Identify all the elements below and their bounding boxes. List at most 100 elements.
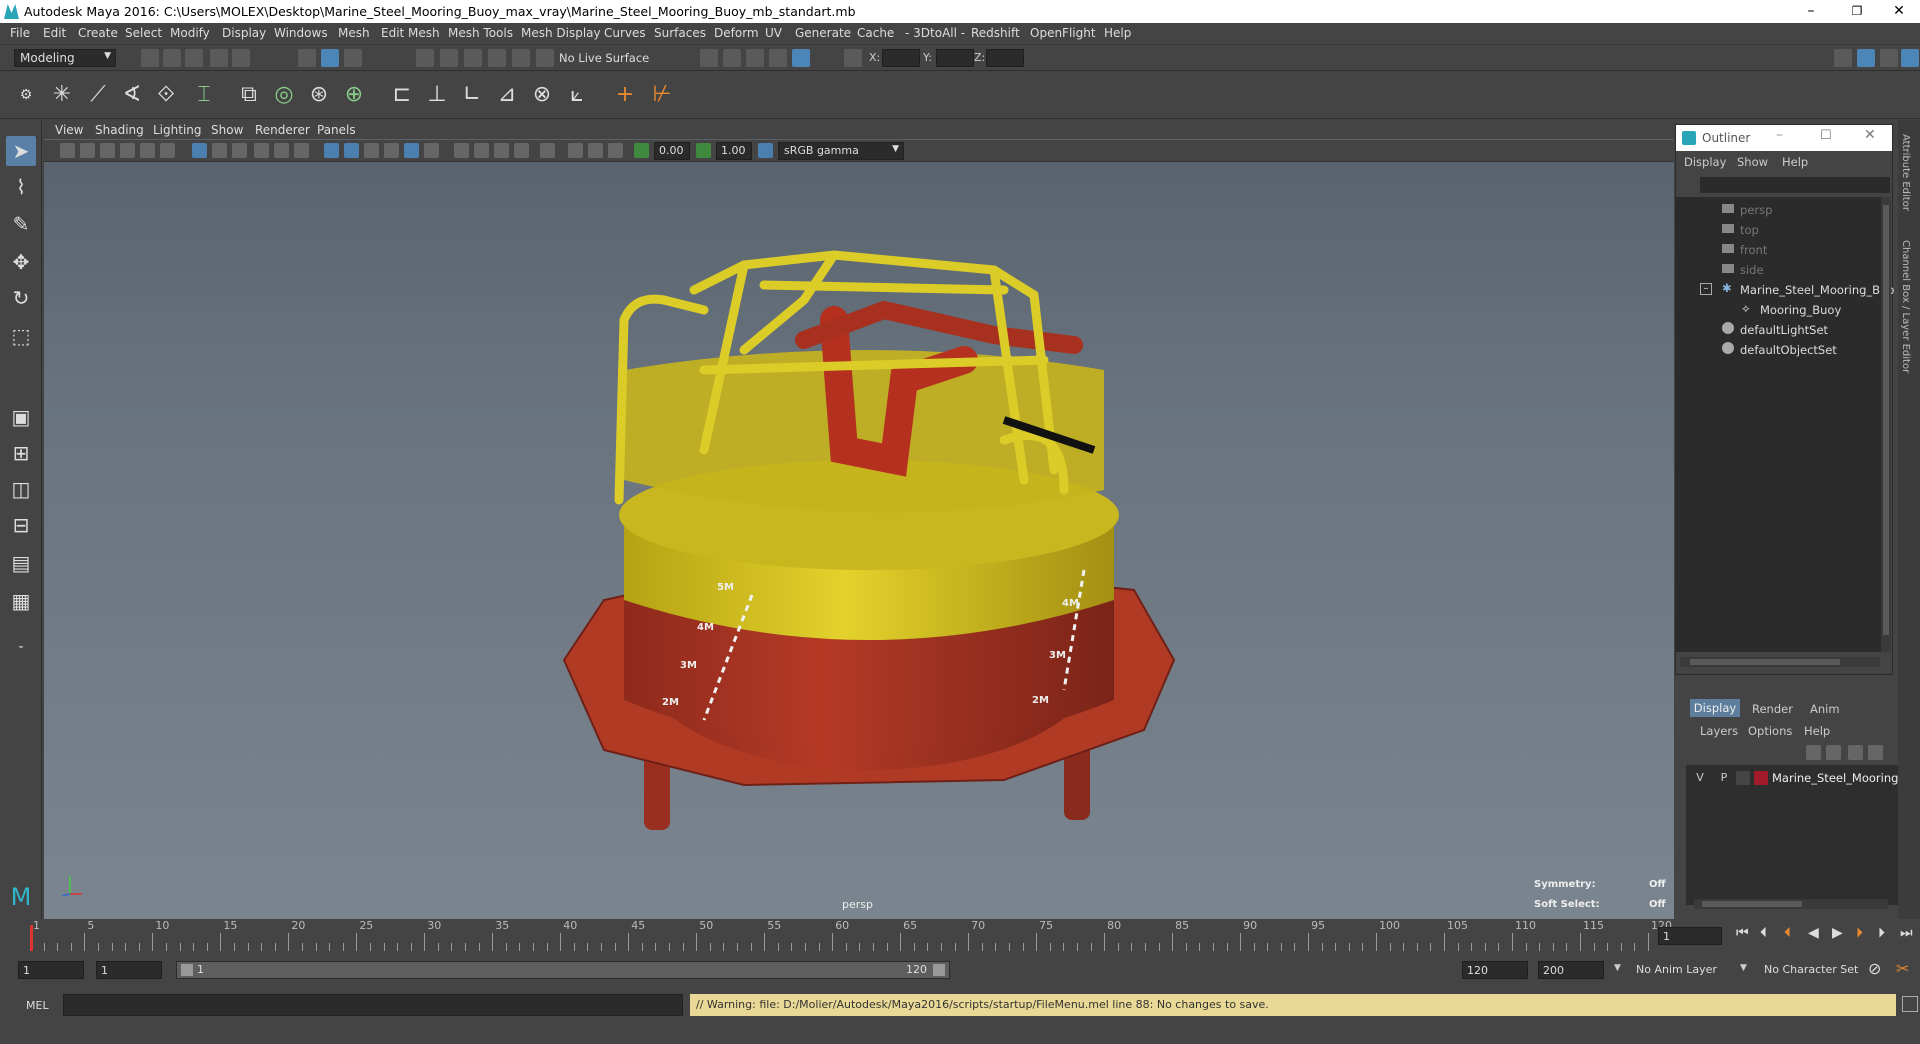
ik-handle-icon[interactable]: ⟋	[84, 81, 112, 109]
camera-attributes-icon[interactable]	[80, 143, 95, 158]
smooth-shade-icon[interactable]	[344, 143, 359, 158]
paint-select-icon[interactable]: ✎	[6, 209, 36, 239]
outliner-menu-show[interactable]: Show	[1737, 155, 1768, 169]
outliner-vertical-scrollbar[interactable]	[1881, 197, 1891, 652]
outliner-item-side[interactable]: side	[1676, 261, 1876, 281]
z-field[interactable]	[986, 49, 1024, 67]
animation-end-field[interactable]: 200	[1538, 961, 1604, 979]
isolate-select-icon[interactable]	[540, 143, 555, 158]
x-field[interactable]	[882, 49, 920, 67]
ik-spline-icon[interactable]: ∢	[118, 81, 146, 109]
menu-modify[interactable]: Modify	[170, 26, 210, 40]
character-set-dropdown[interactable]: No Character Set	[1764, 963, 1858, 976]
aim-constraint-icon[interactable]: ⊗	[528, 81, 556, 109]
render-view-icon[interactable]	[769, 49, 787, 67]
channel-box-toggle-icon[interactable]	[1901, 49, 1919, 67]
ambient-occlusion-icon[interactable]	[454, 143, 469, 158]
mode-dropdown[interactable]: Modeling ▼	[14, 49, 116, 67]
menu-edit[interactable]: Edit	[43, 26, 66, 40]
menu-3dtoall[interactable]: - 3DtoAll -	[905, 26, 965, 40]
layer-row[interactable]: V P Marine_Steel_Mooring	[1686, 769, 1898, 787]
gamma-icon[interactable]	[696, 143, 711, 158]
modeling-toolkit-icon[interactable]	[1834, 49, 1852, 67]
snap-surface-icon[interactable]	[512, 49, 530, 67]
shelf-menu-icon[interactable]: ⚙	[12, 81, 40, 109]
hypershade-icon[interactable]	[792, 49, 810, 67]
animation-preferences-icon[interactable]: ✂	[1896, 959, 1909, 978]
render-settings-icon[interactable]	[700, 49, 718, 67]
resolution-gate-icon[interactable]	[232, 143, 247, 158]
viewport-menu-panels[interactable]: Panels	[317, 123, 356, 137]
menu-help[interactable]: Help	[1104, 26, 1131, 40]
field-chart-icon[interactable]	[274, 143, 289, 158]
shadows-icon[interactable]	[424, 143, 439, 158]
live-surface-icon[interactable]	[536, 49, 554, 67]
layer-tab-anim[interactable]: Anim	[1810, 702, 1840, 716]
layer-playback-toggle[interactable]: P	[1716, 771, 1732, 784]
step-back-icon[interactable]: ⏴	[1760, 925, 1767, 941]
command-language-toggle[interactable]: MEL	[26, 999, 49, 1012]
attribute-editor-toggle-icon[interactable]	[1857, 49, 1875, 67]
locator-icon[interactable]: +	[611, 81, 639, 109]
select-object-icon[interactable]	[321, 49, 339, 67]
outliner-minimize-button[interactable]: –	[1776, 127, 1783, 143]
outliner-horizontal-scrollbar[interactable]	[1680, 657, 1880, 667]
grid-toggle-icon[interactable]	[192, 143, 207, 158]
snap-view-icon[interactable]	[488, 49, 506, 67]
minimize-button[interactable]: –	[1788, 0, 1834, 23]
bookmark-icon[interactable]	[100, 143, 115, 158]
current-frame-field[interactable]: 1	[1658, 927, 1722, 945]
auto-key-icon[interactable]: ⊘	[1868, 959, 1881, 978]
time-slider[interactable]: 1 5 10 15 20 25 30 35 40 45 50 55 60 65 70 75 80 85 90 95 10…	[0, 919, 1920, 953]
step-forward-key-icon[interactable]: ⏵	[1856, 925, 1863, 941]
layer-tab-display[interactable]: Display	[1690, 699, 1740, 717]
channel-box-tab[interactable]: Channel Box / Layer Editor	[1900, 240, 1911, 373]
xray-joints-icon[interactable]	[608, 143, 623, 158]
tool-settings-toggle-icon[interactable]	[1880, 49, 1898, 67]
step-back-key-icon[interactable]: ⏴	[1784, 925, 1791, 941]
snap-grid-icon[interactable]	[416, 49, 434, 67]
layer-menu-help[interactable]: Help	[1804, 724, 1830, 738]
wireframe-icon[interactable]	[324, 143, 339, 158]
outliner-close-button[interactable]: ✕	[1864, 127, 1876, 143]
y-field[interactable]	[936, 49, 974, 67]
camera-select-icon[interactable]	[60, 143, 75, 158]
chevron-down-icon[interactable]: ▼	[1740, 963, 1747, 973]
outliner-item-object-set[interactable]: defaultObjectSet	[1676, 341, 1876, 361]
outliner-search-field[interactable]	[1700, 177, 1890, 193]
step-forward-icon[interactable]: ⏵	[1878, 925, 1885, 941]
outliner-menu-help[interactable]: Help	[1782, 155, 1808, 169]
command-input[interactable]	[63, 994, 683, 1016]
range-slider[interactable]: 1 120	[176, 961, 950, 979]
play-forwards-icon[interactable]: ▶	[1832, 925, 1843, 941]
viewport-menu-show[interactable]: Show	[211, 123, 243, 137]
film-gate-icon[interactable]	[212, 143, 227, 158]
wrap-icon[interactable]: ⊛	[305, 81, 333, 109]
layer-visibility-toggle[interactable]: V	[1692, 771, 1708, 784]
xray-icon[interactable]	[568, 143, 583, 158]
menu-cache[interactable]: Cache	[857, 26, 894, 40]
outliner-item-buoy-group[interactable]: – ✱ Marine_Steel_Mooring_Buo	[1676, 281, 1894, 301]
bind-skin-icon[interactable]: ⟐	[152, 81, 180, 109]
scale-constraint-icon[interactable]: ⊿	[493, 81, 521, 109]
go-to-end-icon[interactable]: ⏭	[1900, 925, 1913, 941]
open-scene-icon[interactable]	[163, 49, 181, 67]
motion-blur-icon[interactable]	[474, 143, 489, 158]
menu-file[interactable]: File	[10, 26, 30, 40]
menu-display[interactable]: Display	[222, 26, 266, 40]
viewport-menu-lighting[interactable]: Lighting	[153, 123, 202, 137]
grease-pencil-icon[interactable]	[160, 143, 175, 158]
select-component-icon[interactable]	[344, 49, 362, 67]
exposure-icon[interactable]	[634, 143, 649, 158]
side-by-side-layout-icon[interactable]: ◫	[6, 474, 36, 504]
render-frame-icon[interactable]	[723, 49, 741, 67]
move-tool-icon[interactable]: ✥	[6, 247, 36, 277]
menu-openflight[interactable]: OpenFlight	[1030, 26, 1096, 40]
rotate-tool-icon[interactable]: ↻	[6, 283, 36, 313]
layer-menu-options[interactable]: Options	[1748, 724, 1792, 738]
cluster-icon[interactable]: ⧉	[235, 81, 263, 109]
collapse-icon[interactable]: –	[1700, 283, 1712, 295]
outliner-item-persp[interactable]: persp	[1676, 201, 1876, 221]
layer-horizontal-scrollbar[interactable]	[1694, 899, 1888, 909]
menu-edit-mesh[interactable]: Edit Mesh	[381, 26, 440, 40]
